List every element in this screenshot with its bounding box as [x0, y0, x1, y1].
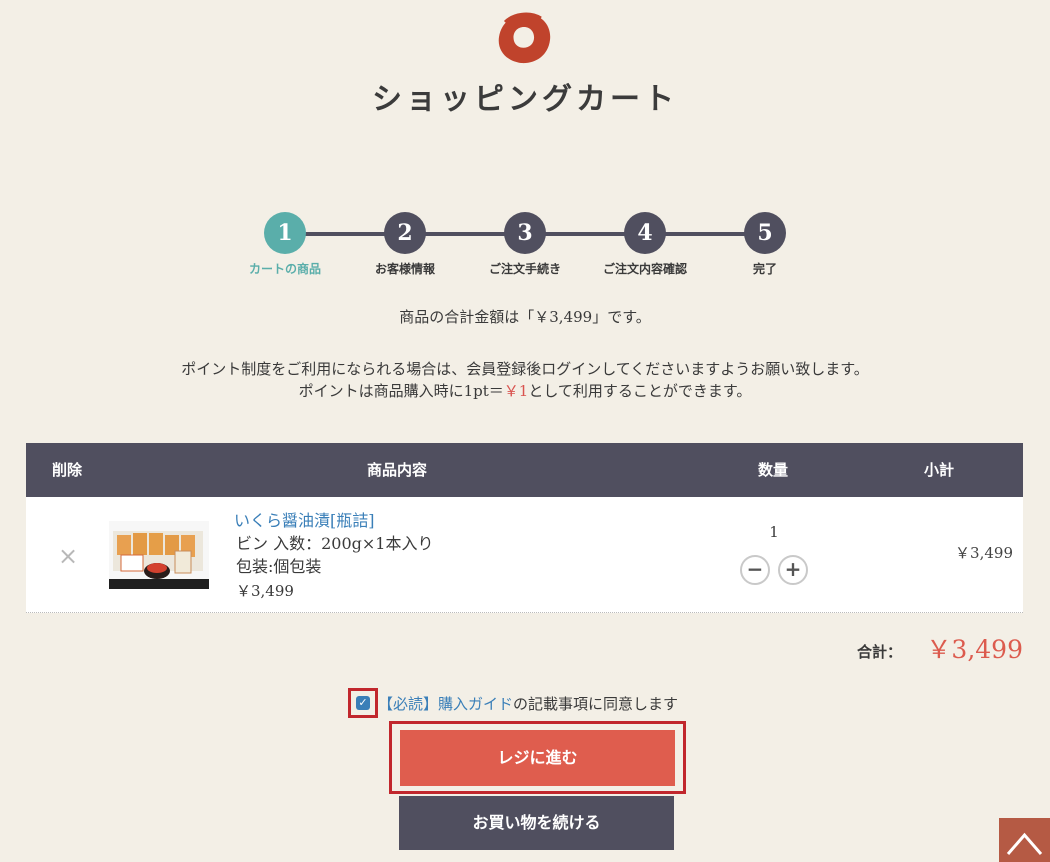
header-quantity: 数量: [758, 461, 789, 479]
page-title: ショッピングカート: [372, 82, 678, 117]
step-order-procedure: 3 ご注文手続き: [465, 212, 585, 277]
point-notice-line2: ポイントは商品購入時に1pt＝￥1として利用することができます。: [0, 380, 1050, 402]
step-label: ご注文内容確認: [602, 262, 687, 276]
row-subtotal: ￥3,499: [955, 544, 1013, 562]
agree-checkbox[interactable]: ✓: [356, 696, 370, 710]
table-row: × いくら醤油漬[瓶詰] ビン 入数：200g×1本入り 包装:個包装 ￥3,4…: [26, 497, 1023, 613]
point-notice-text: ポイントは商品購入時に1pt＝: [298, 382, 504, 400]
step-customer-info: 2 お客様情報: [345, 212, 465, 277]
increase-quantity-button[interactable]: +: [778, 555, 808, 585]
step-number: 5: [744, 212, 786, 254]
step-number: 2: [384, 212, 426, 254]
brand-logo: [498, 12, 551, 64]
step-number: 3: [504, 212, 546, 254]
checkout-button[interactable]: レジに進む: [400, 730, 675, 786]
quantity-value: 1: [769, 523, 779, 541]
agreement-text: 【必読】購入ガイドの記載事項に同意します: [378, 693, 678, 714]
table-header: 削除 商品内容 数量 小計: [26, 443, 1023, 497]
header-product: 商品内容: [367, 461, 428, 479]
total-label: 合計：: [856, 643, 902, 661]
progress-steps: 1 カートの商品 2 お客様情報 3 ご注文手続き 4 ご注文内容確認 5 完了: [0, 212, 1050, 282]
product-spec: ビン 入数：200g×1本入り: [236, 534, 434, 553]
point-notice-line1: ポイント制度をご利用になられる場合は、会員登録後ログインしてくださいますようお願…: [181, 360, 869, 378]
header-remove: 削除: [52, 461, 83, 479]
point-notice-text: として利用することができます。: [528, 382, 752, 400]
back-to-top-button[interactable]: [999, 818, 1050, 862]
remove-item-button[interactable]: ×: [58, 542, 78, 570]
agreement-label: の記載事項に同意します: [513, 695, 679, 713]
cart-total-summary: 商品の合計金額は「￥3,499」です。: [399, 308, 651, 326]
step-label: ご注文手続き: [488, 262, 561, 276]
total-value: ￥3,499: [926, 635, 1023, 664]
step-label: お客様情報: [374, 262, 435, 276]
checkout-highlight-frame: レジに進む: [389, 721, 686, 794]
decrease-quantity-button[interactable]: −: [740, 555, 770, 585]
step-cart: 1 カートの商品: [225, 212, 345, 277]
cart-table: 削除 商品内容 数量 小計 × いくら醤油漬[瓶詰] ビン 入数：200g×1本…: [26, 443, 1023, 613]
continue-shopping-button[interactable]: お買い物を続ける: [399, 796, 674, 850]
point-notice: ポイント制度をご利用になられる場合は、会員登録後ログインしてくださいますようお願…: [0, 358, 1050, 402]
step-label: 完了: [752, 262, 777, 276]
step-number: 1: [264, 212, 306, 254]
step-number: 4: [624, 212, 666, 254]
product-name-link[interactable]: いくら醤油漬[瓶詰]: [234, 507, 375, 531]
step-label: カートの商品: [248, 262, 321, 276]
agreement-row: ✓ 【必読】購入ガイドの記載事項に同意します: [348, 688, 708, 718]
point-rate-price: ￥1: [503, 382, 529, 400]
chevron-up-icon: [1006, 832, 1043, 855]
purchase-guide-link[interactable]: 【必読】購入ガイド: [378, 695, 513, 713]
header-subtotal: 小計: [924, 461, 955, 479]
product-image[interactable]: [109, 521, 209, 589]
product-price: ￥3,499: [236, 582, 294, 600]
product-wrapping: 包装:個包装: [236, 557, 322, 576]
step-order-confirm: 4 ご注文内容確認: [585, 212, 705, 277]
step-complete: 5 完了: [705, 212, 825, 277]
